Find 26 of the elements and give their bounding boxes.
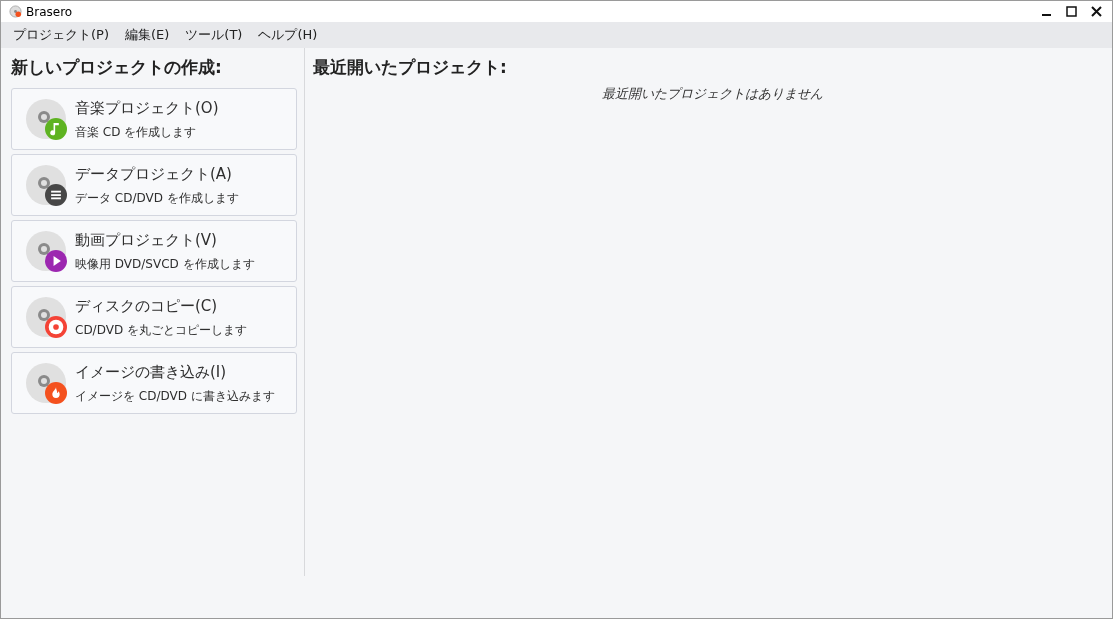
menu-item[interactable]: ツール(T) (177, 25, 251, 45)
section-heading: 最近開いたプロジェクト: (313, 56, 508, 79)
project-type-title: イメージの書き込み(I) (75, 361, 228, 383)
project-type-description: イメージを CD/DVD に書き込みます (75, 388, 275, 406)
project-type-title: データプロジェクト(A) (75, 163, 233, 185)
project-type-description: 音楽 CD を作成します (75, 124, 198, 142)
project-type-description: データ CD/DVD を作成します (75, 190, 239, 208)
section-heading: 新しいプロジェクトの作成: (11, 56, 223, 79)
project-type-description: 映像用 DVD/SVCD を作成します (75, 256, 255, 274)
project-type-button[interactable]: 音楽プロジェクト(O) 音楽 CD を作成します (11, 88, 297, 150)
project-type-title: 音楽プロジェクト(O) (75, 97, 219, 119)
menu-item[interactable]: ヘルプ(H) (250, 25, 326, 45)
project-type-title: 動画プロジェクト(V) (75, 229, 218, 251)
project-type-description: CD/DVD を丸ごとコピーします (75, 322, 247, 340)
project-type-button[interactable]: イメージの書き込み(I) イメージを CD/DVD に書き込みます (11, 352, 297, 414)
maximize-icon[interactable] (1066, 6, 1077, 17)
project-type-title: ディスクのコピー(C) (75, 295, 219, 317)
window-title: Brasero (26, 3, 73, 21)
menu-item[interactable]: 編集(E) (117, 25, 178, 45)
menu-item[interactable]: プロジェクト(P) (5, 25, 117, 45)
empty-message: 最近開いたプロジェクトはありません (602, 85, 823, 103)
project-type-button[interactable]: ディスクのコピー(C) CD/DVD を丸ごとコピーします (11, 286, 297, 348)
project-type-button[interactable]: データプロジェクト(A) データ CD/DVD を作成します (11, 154, 297, 216)
close-icon[interactable] (1091, 6, 1102, 17)
app-disc-icon (9, 5, 22, 18)
project-type-button[interactable]: 動画プロジェクト(V) 映像用 DVD/SVCD を作成します (11, 220, 297, 282)
